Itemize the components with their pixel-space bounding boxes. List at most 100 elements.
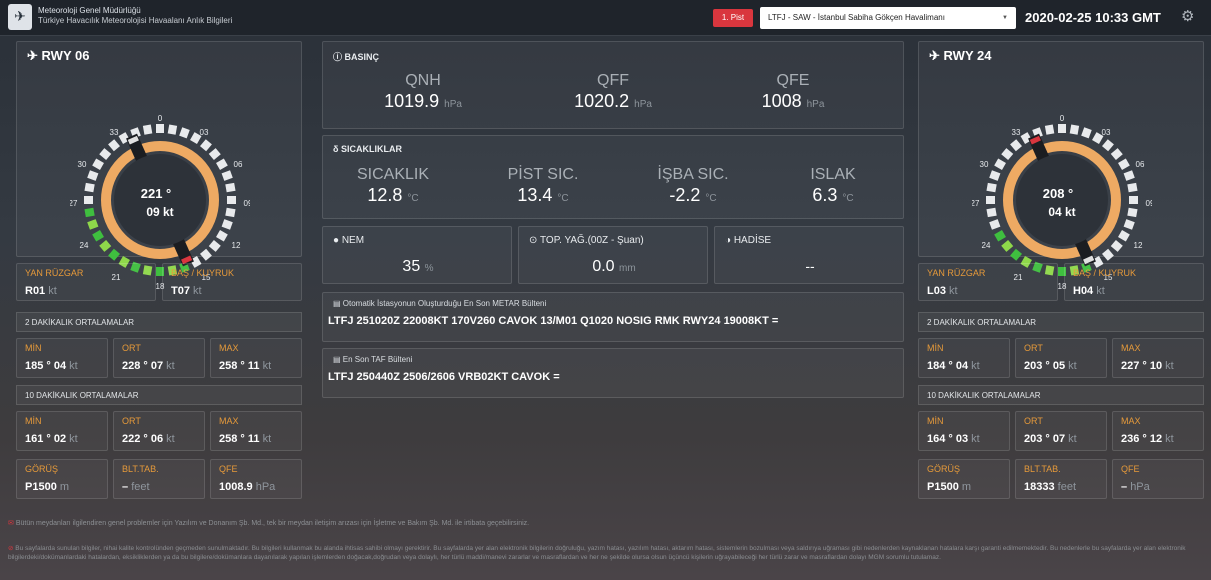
site-subtitle: Türkiye Havacılık Meteorolojisi Havaalan…: [38, 16, 233, 25]
stat-value: – hPa: [1121, 481, 1150, 493]
rwy24-qfe: QFE – hPa: [1112, 459, 1204, 499]
stat-label: MİN: [927, 343, 944, 353]
dial-tick: [200, 139, 212, 152]
document-icon: ▤: [333, 355, 343, 364]
envelope-icon: ✉: [8, 520, 16, 527]
gear-icon[interactable]: ⚙: [1181, 7, 1194, 25]
dial-tick: [99, 148, 112, 160]
dial-tick: [989, 219, 1001, 230]
current-datetime: 2020-02-25 10:33 GMT: [1025, 10, 1161, 25]
metar-text: LTFJ 251020Z 22008KT 170V260 CAVOK 13/M0…: [328, 315, 779, 327]
stat-label: BLT.TAB.: [1024, 464, 1061, 474]
dial-tick: [225, 207, 236, 218]
stat-label: MAX: [219, 343, 239, 353]
chevron-down-icon: ▼: [1002, 15, 1008, 21]
dial-tick: [84, 182, 95, 193]
stat-value: P1500 m: [927, 481, 972, 493]
rwy24-wind-dial-panel: ✈ RWY 24 208 ° 04 kt 0 03 06 09 12 15 18…: [918, 41, 1204, 290]
dial-label-09: 09: [1146, 199, 1152, 208]
dial-tick: [84, 207, 95, 218]
mgm-logo-icon: ✈: [8, 4, 32, 30]
dial-tick: [167, 124, 178, 135]
stat-value: 222 ° 06 kt: [122, 433, 175, 445]
stat-value: P1500 m: [25, 481, 70, 493]
rwy24-crosswind: YAN RÜZGAR L03 kt: [918, 263, 1058, 301]
dial-tick: [1001, 240, 1014, 252]
dial-tick: [1118, 158, 1130, 170]
dial-label-0: 0: [158, 114, 163, 123]
half-circle-icon: ◑: [725, 235, 734, 246]
dial-tick: [1127, 207, 1138, 218]
pressure-panel: ⓘ BASINÇ QNH 1019.9 hPa QFF 1020.2 hPa Q…: [322, 41, 904, 129]
stat-value: 258 ° 11 kt: [219, 433, 272, 445]
wind-direction: 221 °: [141, 186, 172, 201]
dial-tick: [994, 230, 1006, 242]
stat-value: 184 ° 04 kt: [927, 360, 980, 372]
dial-tick: [1001, 148, 1014, 160]
qfe-cell: QFE 1008 hPa: [723, 72, 863, 112]
stat-label: ORT: [1024, 416, 1043, 426]
rwy06-avg10-header: 10 DAKİKALIK ORTALAMALAR: [16, 385, 302, 405]
dial-label-12: 12: [232, 241, 241, 250]
dial-label-03: 03: [200, 128, 209, 137]
headtail-label: BAŞ / KUYRUK: [171, 268, 235, 278]
headtail-value: T07 kt: [171, 285, 202, 297]
dial-tick: [1069, 124, 1080, 135]
stat-value: 203 ° 07 kt: [1024, 433, 1077, 445]
wetbulb-cell: ISLAK 6.3 °C: [773, 166, 893, 206]
dial-tick: [1123, 170, 1135, 181]
stat-value: 18333 feet: [1024, 481, 1077, 493]
dial-tick: [92, 230, 104, 242]
dial-tick: [989, 170, 1001, 181]
temp-label: SICAKLIK: [356, 166, 430, 183]
dial-label-24: 24: [982, 241, 991, 250]
dial-tick: [179, 127, 190, 139]
rwy24-headtail: BAŞ / KUYRUK H04 kt: [1064, 263, 1204, 301]
precip-panel: ⊙ TOP. YAĞ.(00Z - Şuan) 0.0 mm: [518, 226, 708, 284]
rwy24-avg10-min: MİN 164 ° 03 kt: [918, 411, 1010, 451]
wind-speed: 09 kt: [146, 205, 173, 219]
qfe-label: QFE: [776, 72, 810, 89]
dial-tick: [1010, 248, 1022, 261]
plane-icon: ✈: [27, 48, 42, 63]
dial-tick: [1127, 182, 1138, 193]
dial-label-33: 33: [110, 128, 119, 137]
stat-label: GÖRÜŞ: [927, 464, 961, 474]
stat-label: QFE: [219, 464, 238, 474]
rwy24-visibility: GÖRÜŞ P1500 m: [918, 459, 1010, 499]
dial-tick: [1102, 139, 1114, 152]
rwy06-avg2-min: MİN 185 ° 04 kt: [16, 338, 108, 378]
stat-value: 164 ° 03 kt: [927, 433, 980, 445]
droplet-icon: ●: [333, 235, 342, 246]
stat-label: GÖRÜŞ: [25, 464, 59, 474]
precip-title: ⊙ TOP. YAĞ.(00Z - Şuan): [529, 235, 644, 246]
runway-temp-cell: PİST SIC. 13.4 °C: [483, 166, 603, 206]
dial-tick: [1044, 124, 1055, 135]
dial-label-33: 33: [1012, 128, 1021, 137]
dial-tick: [1058, 124, 1066, 133]
temperature-panel: δ SICAKLIKLAR SICAKLIK 12.8 °C PİST SIC.…: [322, 135, 904, 219]
precip-value: 0.0 mm: [592, 258, 636, 275]
dial-label-27: 27: [972, 199, 980, 208]
wetbulb-value: 6.3 °C: [812, 185, 854, 205]
dial-tick: [87, 170, 99, 181]
rwy06-avg2-avg: ORT 228 ° 07 kt: [113, 338, 205, 378]
runway-temp-value: 13.4 °C: [517, 185, 569, 205]
dial-label-03: 03: [1102, 128, 1111, 137]
wind-speed: 04 kt: [1048, 205, 1075, 219]
dial-tick: [1129, 196, 1138, 204]
temp-value: 12.8 °C: [367, 185, 419, 205]
dial-tick: [227, 196, 236, 204]
metar-title: ▤ Otomatik İstasyonun Oluşturduğu En Son…: [333, 299, 547, 308]
clock-icon: ⊙: [529, 235, 540, 246]
stat-value: 1008.9 hPa: [219, 481, 276, 493]
dial-tick: [84, 196, 93, 204]
dial-tick: [1118, 230, 1130, 242]
rwy06-crosswind: YAN RÜZGAR R01 kt: [16, 263, 156, 301]
airport-select[interactable]: LTFJ - SAW - İstanbul Sabiha Gökçen Hava…: [760, 7, 1016, 29]
runway-select-button[interactable]: 1. Pist: [713, 9, 753, 27]
stat-label: MAX: [1121, 343, 1141, 353]
dial-tick: [1110, 240, 1123, 252]
metar-panel: ▤ Otomatik İstasyonun Oluşturduğu En Son…: [322, 292, 904, 342]
dial-tick: [994, 158, 1006, 170]
